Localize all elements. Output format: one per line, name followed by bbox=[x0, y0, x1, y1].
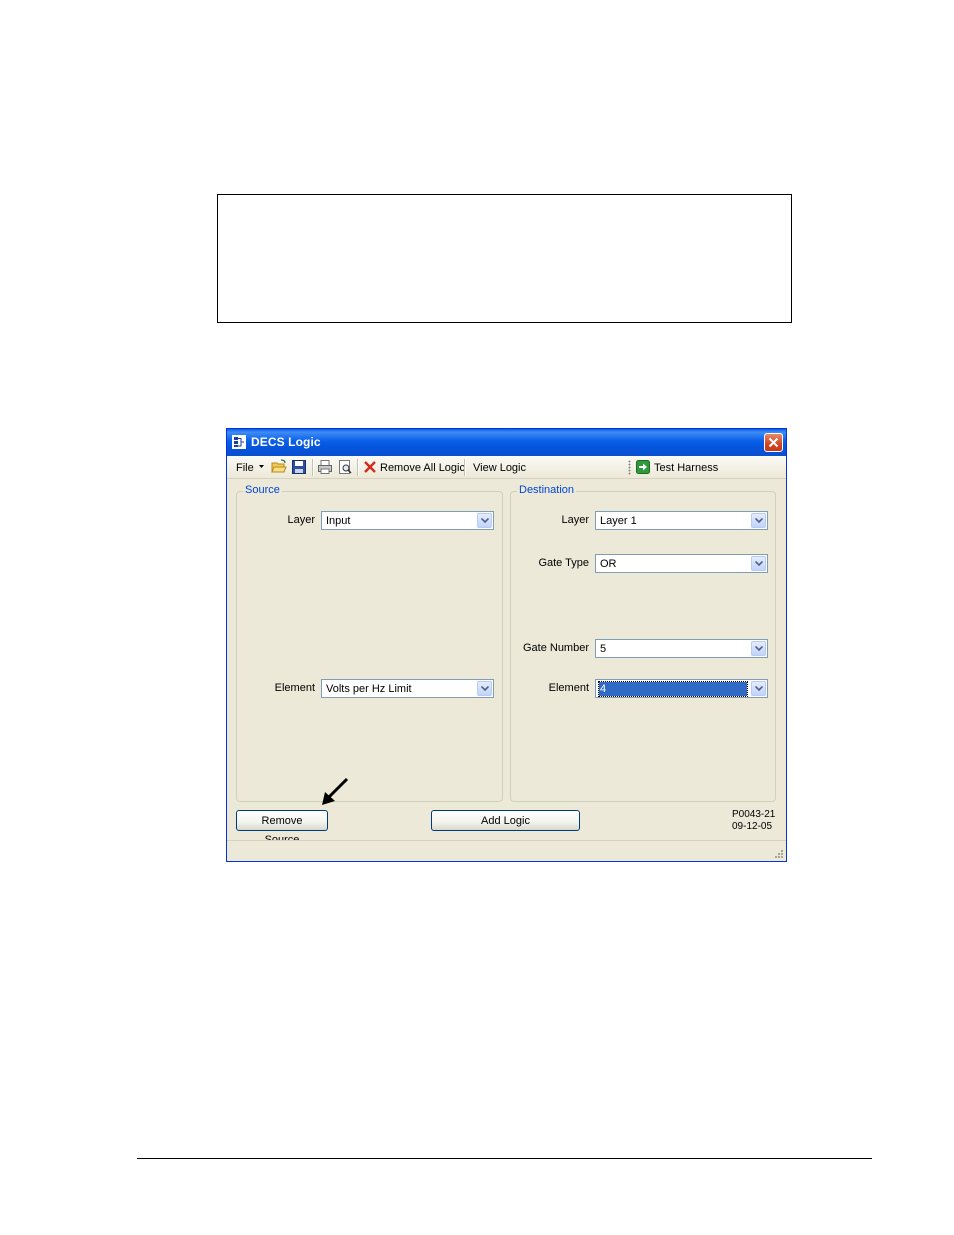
chevron-down-icon bbox=[755, 518, 763, 524]
destination-layer-label: Layer bbox=[561, 514, 589, 526]
source-group: Source bbox=[236, 484, 503, 802]
destination-element-label: Element bbox=[548, 682, 589, 694]
dropdown-button[interactable] bbox=[477, 681, 492, 696]
test-harness-button[interactable]: Test Harness bbox=[654, 460, 718, 476]
gate-number-label: Gate Number bbox=[522, 642, 589, 654]
add-logic-button[interactable]: Add Logic bbox=[431, 810, 580, 831]
dropdown-arrow-icon[interactable] bbox=[258, 464, 265, 470]
decs-logic-window: DECS Logic File Remove All Logic View Lo… bbox=[226, 428, 787, 862]
print-icon[interactable] bbox=[317, 459, 333, 475]
callout-arrow-icon bbox=[322, 777, 349, 805]
resize-grip-icon[interactable] bbox=[772, 847, 784, 859]
dropdown-button[interactable] bbox=[477, 513, 492, 528]
view-logic-button[interactable]: View Logic bbox=[473, 460, 526, 476]
source-element-select[interactable]: Volts per Hz Limit bbox=[321, 679, 494, 698]
source-element-value: Volts per Hz Limit bbox=[326, 683, 412, 695]
toolbar-separator bbox=[312, 459, 314, 476]
toolbar: File Remove All Logic View Logic Test Ha… bbox=[227, 456, 786, 479]
dropdown-button[interactable] bbox=[751, 641, 766, 656]
gate-type-select[interactable]: OR bbox=[595, 554, 768, 573]
source-legend: Source bbox=[243, 484, 282, 496]
source-element-label: Element bbox=[274, 682, 315, 694]
source-layer-value: Input bbox=[326, 515, 351, 527]
status-bar bbox=[227, 840, 786, 861]
chevron-down-icon bbox=[755, 561, 763, 567]
remove-source-button[interactable]: Remove Source bbox=[236, 810, 328, 846]
footer-rule bbox=[137, 1158, 872, 1159]
gate-number-select[interactable]: 5 bbox=[595, 639, 768, 658]
destination-layer-value: Layer 1 bbox=[600, 515, 637, 527]
window-title: DECS Logic bbox=[251, 435, 321, 449]
source-layer-label: Layer bbox=[287, 514, 315, 526]
file-menu[interactable]: File bbox=[236, 460, 254, 476]
print-preview-icon[interactable] bbox=[337, 459, 353, 475]
remove-all-logic-button[interactable]: Remove All Logic bbox=[380, 460, 465, 476]
dropdown-button[interactable] bbox=[751, 556, 766, 571]
chevron-down-icon bbox=[481, 686, 489, 692]
toolbar-separator bbox=[464, 459, 466, 476]
open-folder-icon[interactable] bbox=[271, 459, 287, 475]
title-bar[interactable]: DECS Logic bbox=[227, 429, 786, 456]
figure-code: P0043-21 09-12-05 bbox=[732, 809, 775, 833]
toolbar-separator bbox=[357, 459, 359, 476]
destination-legend: Destination bbox=[517, 484, 577, 496]
gate-type-value: OR bbox=[600, 558, 617, 570]
gate-type-label: Gate Type bbox=[538, 557, 589, 569]
note-box bbox=[217, 194, 792, 323]
save-disk-icon[interactable] bbox=[291, 459, 307, 475]
app-icon bbox=[232, 435, 246, 449]
close-icon bbox=[768, 437, 779, 448]
destination-layer-select[interactable]: Layer 1 bbox=[595, 511, 768, 530]
destination-element-select[interactable]: 4 bbox=[595, 679, 768, 698]
dropdown-button[interactable] bbox=[751, 513, 766, 528]
chevron-down-icon bbox=[481, 518, 489, 524]
toolbar-grip[interactable] bbox=[628, 460, 631, 475]
figure-code-line1: P0043-21 bbox=[732, 809, 776, 820]
dropdown-button[interactable] bbox=[751, 681, 766, 696]
green-arrow-icon[interactable] bbox=[635, 459, 651, 475]
destination-element-value: 4 bbox=[598, 681, 748, 697]
gate-number-value: 5 bbox=[600, 643, 607, 655]
chevron-down-icon bbox=[755, 646, 763, 652]
source-layer-select[interactable]: Input bbox=[321, 511, 494, 530]
figure-code-line2: 09-12-05 bbox=[732, 821, 773, 832]
close-button[interactable] bbox=[764, 433, 783, 452]
chevron-down-icon bbox=[755, 686, 763, 692]
red-x-icon[interactable] bbox=[362, 459, 378, 475]
